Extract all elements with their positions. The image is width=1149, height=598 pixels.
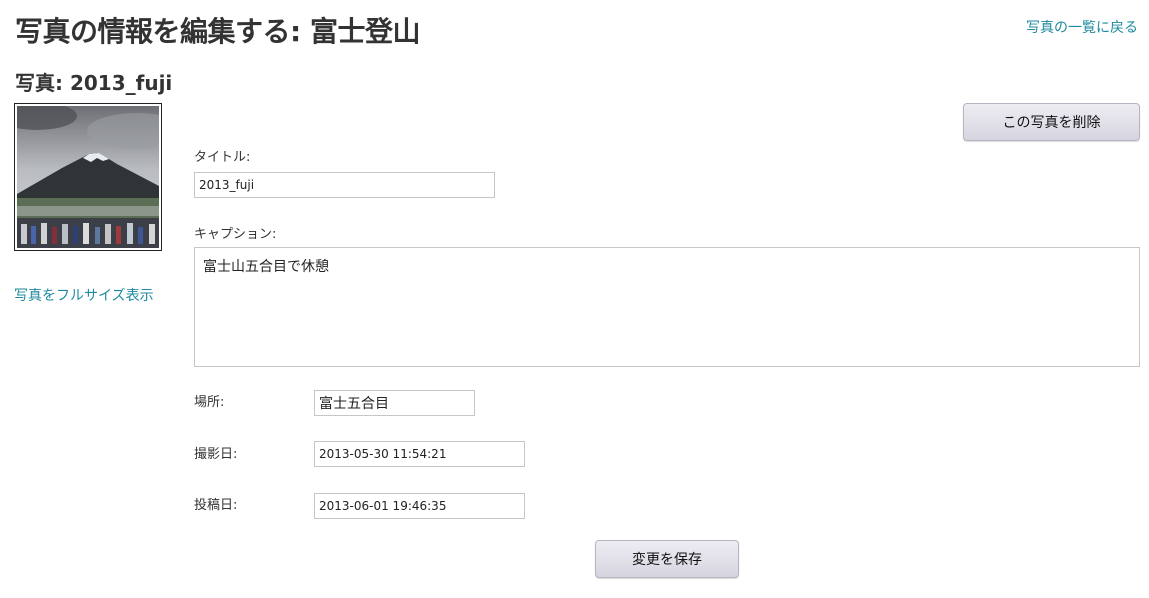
photo-thumbnail[interactable]	[14, 103, 162, 251]
title-label: タイトル:	[194, 150, 251, 165]
page-title: 写真の情報を編集する: 富士登山	[15, 15, 420, 48]
taken-date-input[interactable]	[314, 441, 525, 467]
posted-date-label: 投稿日:	[194, 498, 238, 513]
photo-thumbnail-image	[17, 106, 159, 248]
photo-heading: 写真: 2013_fuji	[15, 71, 173, 95]
location-input[interactable]	[314, 390, 475, 416]
back-to-list-link[interactable]: 写真の一覧に戻る	[1026, 17, 1138, 37]
title-input[interactable]	[194, 172, 495, 198]
save-changes-button[interactable]: 変更を保存	[595, 540, 739, 578]
location-label: 場所:	[194, 395, 225, 410]
caption-textarea[interactable]: 富士山五合目で休憩	[194, 247, 1140, 367]
view-fullsize-link[interactable]: 写真をフルサイズ表示	[14, 285, 154, 305]
caption-label: キャプション:	[194, 227, 277, 242]
taken-date-label: 撮影日:	[194, 447, 238, 462]
delete-photo-button[interactable]: この写真を削除	[963, 103, 1140, 141]
posted-date-input[interactable]	[314, 493, 525, 519]
